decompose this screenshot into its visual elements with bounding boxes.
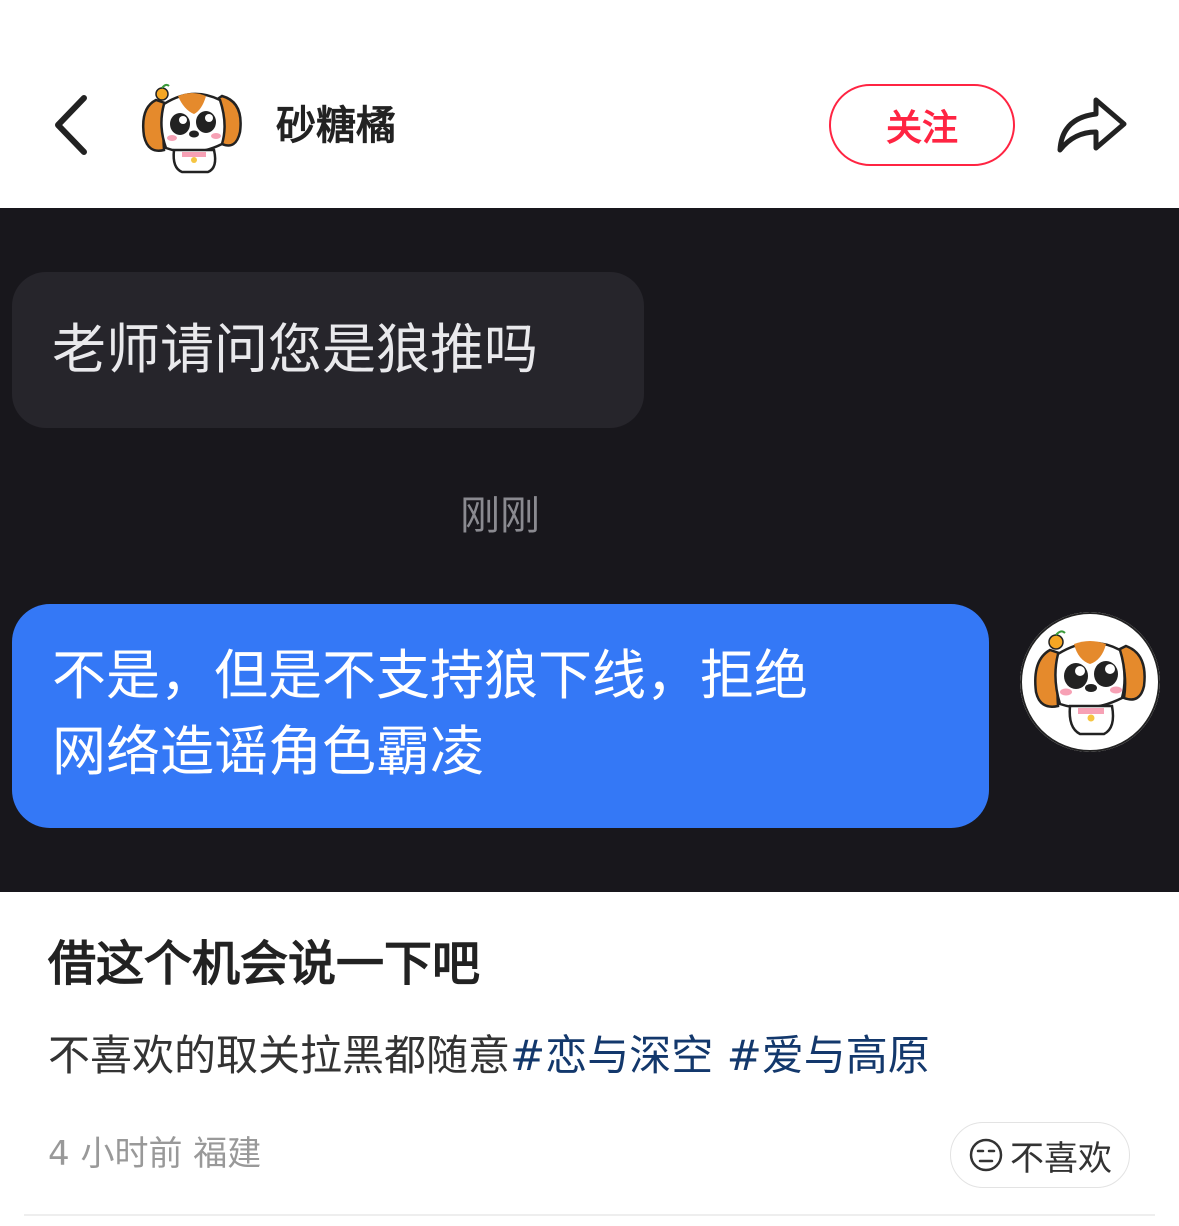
chat-sender-avatar xyxy=(1020,612,1160,752)
dog-avatar-icon xyxy=(142,83,242,174)
share-button[interactable] xyxy=(1052,90,1132,160)
hashtag-link[interactable]: #爱与高原 xyxy=(727,1031,930,1080)
back-button[interactable] xyxy=(44,90,104,160)
outgoing-message-bubble: 不是，但是不支持狼下线，拒绝 网络造谣角色霸凌 xyxy=(12,604,989,828)
follow-button[interactable]: 关注 xyxy=(829,84,1015,166)
incoming-message-text: 老师请问您是狼推吗 xyxy=(52,318,538,381)
post-time: 4 小时前 xyxy=(48,1134,183,1174)
post-meta: 4 小时前 福建 xyxy=(48,1130,261,1178)
hashtag-link[interactable]: #恋与深空 xyxy=(510,1031,713,1080)
chat-timestamp: 刚刚 xyxy=(460,493,540,539)
incoming-message-bubble: 老师请问您是狼推吗 xyxy=(12,272,644,428)
post-title: 借这个机会说一下吧 xyxy=(48,936,481,992)
chevron-left-icon xyxy=(55,95,87,155)
neutral-face-icon xyxy=(969,1138,1003,1172)
dog-avatar-icon xyxy=(1020,612,1160,752)
outgoing-message-line-2: 网络造谣角色霸凌 xyxy=(52,720,484,783)
author-name[interactable]: 砂糖橘 xyxy=(276,98,396,154)
post-location: 福建 xyxy=(193,1134,262,1174)
share-arrow-icon xyxy=(1057,97,1127,153)
outgoing-message-line-1: 不是，但是不支持狼下线，拒绝 xyxy=(52,644,808,707)
post-image-chat-screenshot[interactable]: 老师请问您是狼推吗 刚刚 不是，但是不支持狼下线，拒绝 网络造谣角色霸凌 xyxy=(0,208,1179,892)
post-content: 不喜欢的取关拉黑都随意#恋与深空 #爱与高原 xyxy=(48,1024,930,1088)
author-avatar[interactable] xyxy=(138,80,248,176)
top-nav-bar: 砂糖橘 关注 xyxy=(0,0,1179,208)
dislike-button[interactable]: 不喜欢 xyxy=(950,1122,1130,1188)
dislike-label: 不喜欢 xyxy=(1010,1138,1112,1179)
divider xyxy=(24,1214,1155,1216)
post-content-text: 不喜欢的取关拉黑都随意 xyxy=(48,1031,511,1080)
